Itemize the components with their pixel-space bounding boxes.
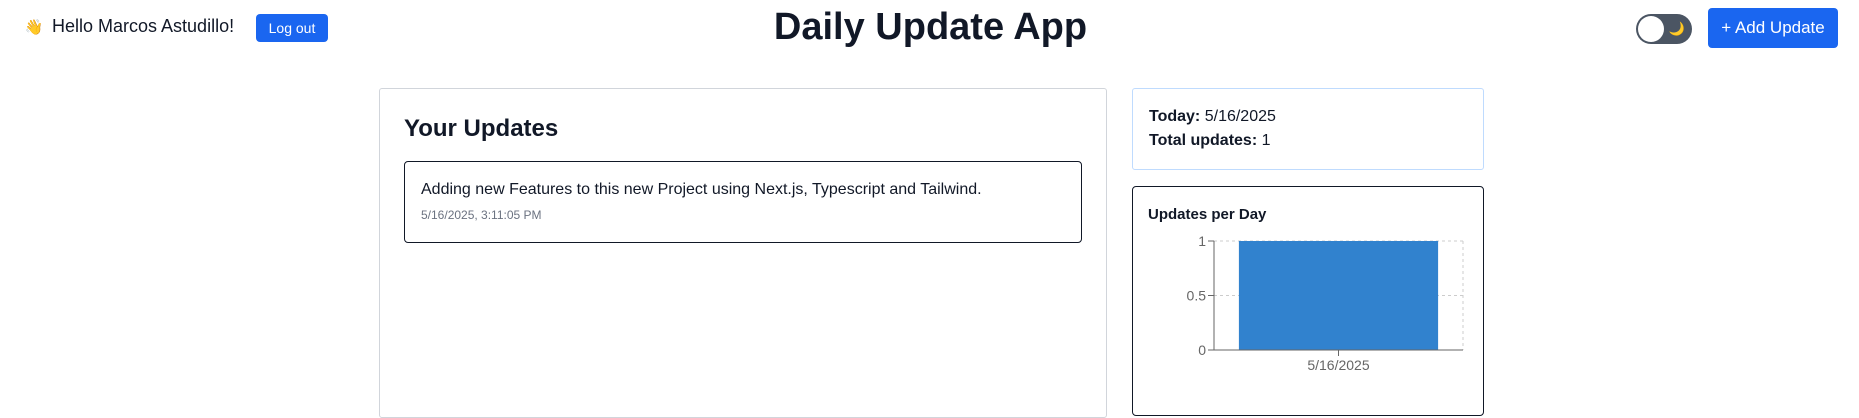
update-timestamp: 5/16/2025, 3:11:05 PM xyxy=(421,208,542,222)
app-header: 👋 Hello Marcos Astudillo! Log out Daily … xyxy=(0,0,1859,56)
moon-icon: 🌙 xyxy=(1668,21,1685,36)
theme-toggle[interactable]: 🌙 xyxy=(1636,14,1692,44)
add-update-button[interactable]: + Add Update xyxy=(1708,8,1838,48)
chart-bar xyxy=(1238,241,1439,350)
y-tick-label: 1 xyxy=(1198,233,1206,249)
toggle-knob xyxy=(1638,16,1664,42)
x-tick-label: 5/16/2025 xyxy=(1307,357,1369,373)
stat-today-label: Today: xyxy=(1149,108,1201,125)
updates-panel: Your Updates Adding new Features to this… xyxy=(379,88,1107,418)
stat-total-label: Total updates: xyxy=(1149,132,1258,149)
page-title: Daily Update App xyxy=(773,6,1088,48)
stat-total-value: 1 xyxy=(1261,132,1271,149)
updates-heading: Your Updates xyxy=(404,115,559,142)
update-text: Adding new Features to this new Project … xyxy=(421,181,982,198)
stat-today-value: 5/16/2025 xyxy=(1204,108,1276,125)
y-tick-label: 0 xyxy=(1198,342,1206,358)
y-tick-label: 0.5 xyxy=(1187,288,1207,304)
updates-chart: 0 0.5 1 5/16/2025 xyxy=(1187,233,1464,373)
stats-box: Today: 5/16/2025 Total updates: 1 xyxy=(1132,88,1484,170)
update-card: Adding new Features to this new Project … xyxy=(404,161,1082,243)
chart-box: Updates per Day 0 0.5 1 5/16/2025 xyxy=(1132,186,1484,416)
stat-today: Today: 5/16/2025 xyxy=(1149,108,1276,126)
stat-total: Total updates: 1 xyxy=(1149,132,1271,150)
